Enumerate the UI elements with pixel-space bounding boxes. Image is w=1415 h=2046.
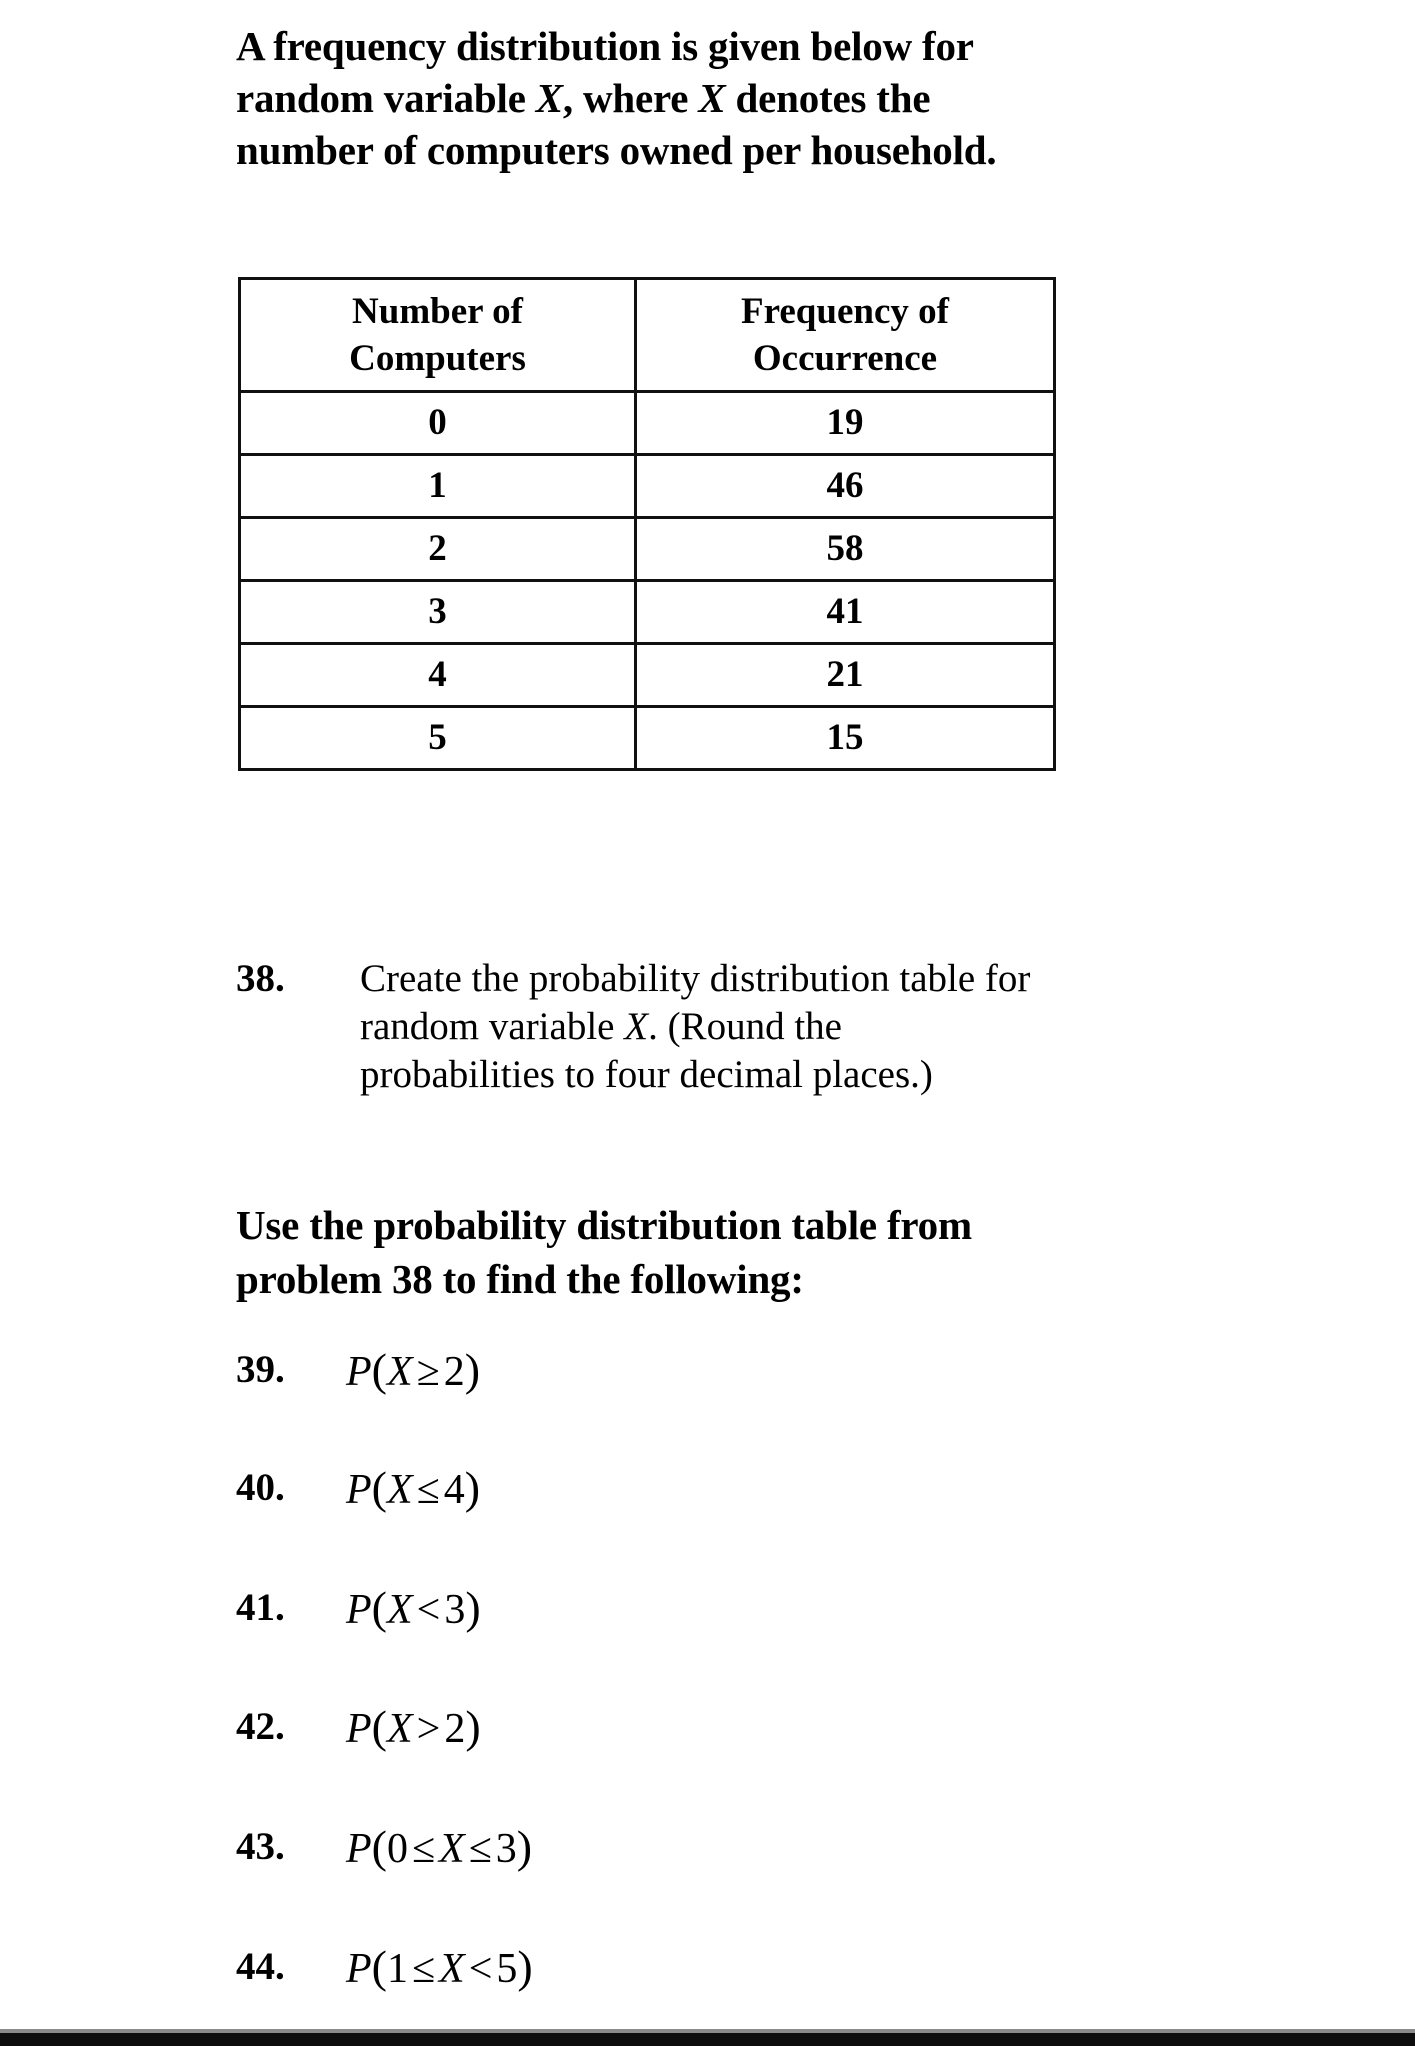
cell-frequency: 15 — [634, 705, 1056, 771]
close-paren: ) — [464, 1462, 481, 1513]
probability-symbol: P — [346, 1826, 372, 1872]
bound-value: 3 — [444, 1587, 466, 1633]
bound-value: 3 — [495, 1826, 517, 1872]
variable-x: X — [439, 1826, 465, 1872]
close-paren: ) — [516, 1821, 533, 1872]
intro-line-2: random variable X, where X denotes the — [236, 75, 931, 121]
table-row: 5 15 — [238, 705, 1056, 771]
problem-42-number: 42. — [236, 1705, 285, 1748]
lower-relation-operator: ≤ — [411, 1826, 436, 1872]
close-paren: ) — [465, 1582, 481, 1633]
probability-symbol: P — [346, 1706, 372, 1752]
open-paren: ( — [371, 1941, 387, 1992]
lower-relation-operator: ≤ — [411, 1946, 436, 1992]
problem-38-text: Create the probability distribution tabl… — [360, 955, 1326, 1099]
intro-line-3: number of computers owned per household. — [236, 127, 997, 173]
variable-x: X — [386, 1706, 413, 1752]
close-paren: ) — [464, 1344, 481, 1395]
bound-value: 2 — [444, 1706, 466, 1752]
cell-frequency: 19 — [634, 390, 1056, 456]
close-paren: ) — [517, 1941, 533, 1992]
probability-symbol: P — [346, 1467, 372, 1513]
variable-x: X — [698, 75, 726, 121]
variable-x: X — [386, 1467, 413, 1513]
column-header-number-of-computers: Number of Computers — [238, 277, 637, 393]
problem-38-line-3: probabilities to four decimal places.) — [360, 1053, 933, 1096]
problem-38-line-1: Create the probability distribution tabl… — [360, 957, 1031, 1000]
problem-43-expression: P(0≤X≤3) — [346, 1815, 532, 1881]
problem-43: 43. P(0≤X≤3) — [236, 1815, 1236, 1879]
probability-symbol: P — [346, 1946, 372, 1992]
close-paren: ) — [465, 1701, 481, 1752]
problem-44-number: 44. — [236, 1945, 285, 1988]
table-header-row: Number of Computers Frequency of Occurre… — [238, 277, 1056, 393]
bound-value: 4 — [443, 1467, 465, 1513]
relation-operator: < — [468, 1946, 493, 1992]
open-paren: ( — [371, 1344, 387, 1395]
problem-43-number: 43. — [236, 1825, 285, 1868]
page-bottom-edge — [0, 2033, 1415, 2046]
problem-42-expression: P(X>2) — [346, 1695, 481, 1761]
relation-operator: > — [416, 1706, 441, 1752]
frequency-distribution-table: Number of Computers Frequency of Occurre… — [238, 277, 1056, 771]
bound-value: 5 — [496, 1946, 518, 1992]
variable-x: X — [439, 1946, 465, 1992]
open-paren: ( — [371, 1462, 387, 1513]
instruction-line-2: problem 38 to find the following: — [236, 1256, 804, 1302]
open-paren: ( — [371, 1821, 387, 1872]
probability-symbol: P — [346, 1349, 372, 1395]
cell-frequency: 46 — [634, 453, 1056, 519]
problem-39-expression: P(X≥2) — [346, 1338, 480, 1404]
cell-frequency: 58 — [634, 516, 1056, 582]
lower-bound-value: 1 — [386, 1946, 408, 1992]
problem-41-number: 41. — [236, 1586, 285, 1629]
variable-x: X — [386, 1349, 413, 1395]
problem-42: 42. P(X>2) — [236, 1695, 1236, 1759]
cell-number-of-computers: 3 — [238, 579, 637, 645]
table-row: 2 58 — [238, 516, 1056, 582]
relation-operator: ≤ — [416, 1467, 440, 1513]
cell-frequency: 41 — [634, 579, 1056, 645]
variable-x: X — [386, 1587, 413, 1633]
problem-38-line-2: random variable X. (Round the — [360, 1005, 842, 1048]
problem-40-number: 40. — [236, 1466, 285, 1509]
instruction-line-1: Use the probability distribution table f… — [236, 1202, 972, 1248]
lower-bound-value: 0 — [386, 1826, 408, 1872]
bound-value: 2 — [443, 1349, 465, 1395]
cell-number-of-computers: 2 — [238, 516, 637, 582]
table-row: 3 41 — [238, 579, 1056, 645]
column-header-frequency-of-occurrence: Frequency of Occurrence — [634, 277, 1056, 393]
cell-number-of-computers: 5 — [238, 705, 637, 771]
relation-operator: ≥ — [416, 1349, 440, 1395]
problem-44-expression: P(1≤X<5) — [346, 1935, 533, 2001]
relation-operator: ≤ — [468, 1826, 492, 1872]
open-paren: ( — [371, 1582, 387, 1633]
problem-38-number: 38. — [236, 957, 285, 1000]
instruction-paragraph: Use the probability distribution table f… — [236, 1198, 1326, 1306]
problem-39: 39. P(X≥2) — [236, 1338, 1236, 1402]
problem-40: 40. P(X≤4) — [236, 1456, 1236, 1520]
problem-41-expression: P(X<3) — [346, 1576, 481, 1642]
intro-line-1: A frequency distribution is given below … — [236, 23, 974, 69]
table-row: 0 19 — [238, 390, 1056, 456]
worksheet-page: A frequency distribution is given below … — [0, 0, 1415, 2046]
cell-number-of-computers: 0 — [238, 390, 637, 456]
relation-operator: < — [416, 1587, 441, 1633]
variable-x: X — [624, 1005, 649, 1048]
problem-41: 41. P(X<3) — [236, 1576, 1236, 1640]
cell-frequency: 21 — [634, 642, 1056, 708]
table-row: 1 46 — [238, 453, 1056, 519]
problem-44: 44. P(1≤X<5) — [236, 1935, 1236, 1999]
cell-number-of-computers: 4 — [238, 642, 637, 708]
variable-x: X — [535, 75, 563, 121]
problem-40-expression: P(X≤4) — [346, 1456, 480, 1522]
intro-heading: A frequency distribution is given below … — [236, 20, 1306, 176]
problem-38: 38. Create the probability distribution … — [236, 955, 1326, 1099]
probability-symbol: P — [346, 1587, 372, 1633]
table-row: 4 21 — [238, 642, 1056, 708]
problem-39-number: 39. — [236, 1348, 285, 1391]
cell-number-of-computers: 1 — [238, 453, 637, 519]
open-paren: ( — [371, 1701, 387, 1752]
